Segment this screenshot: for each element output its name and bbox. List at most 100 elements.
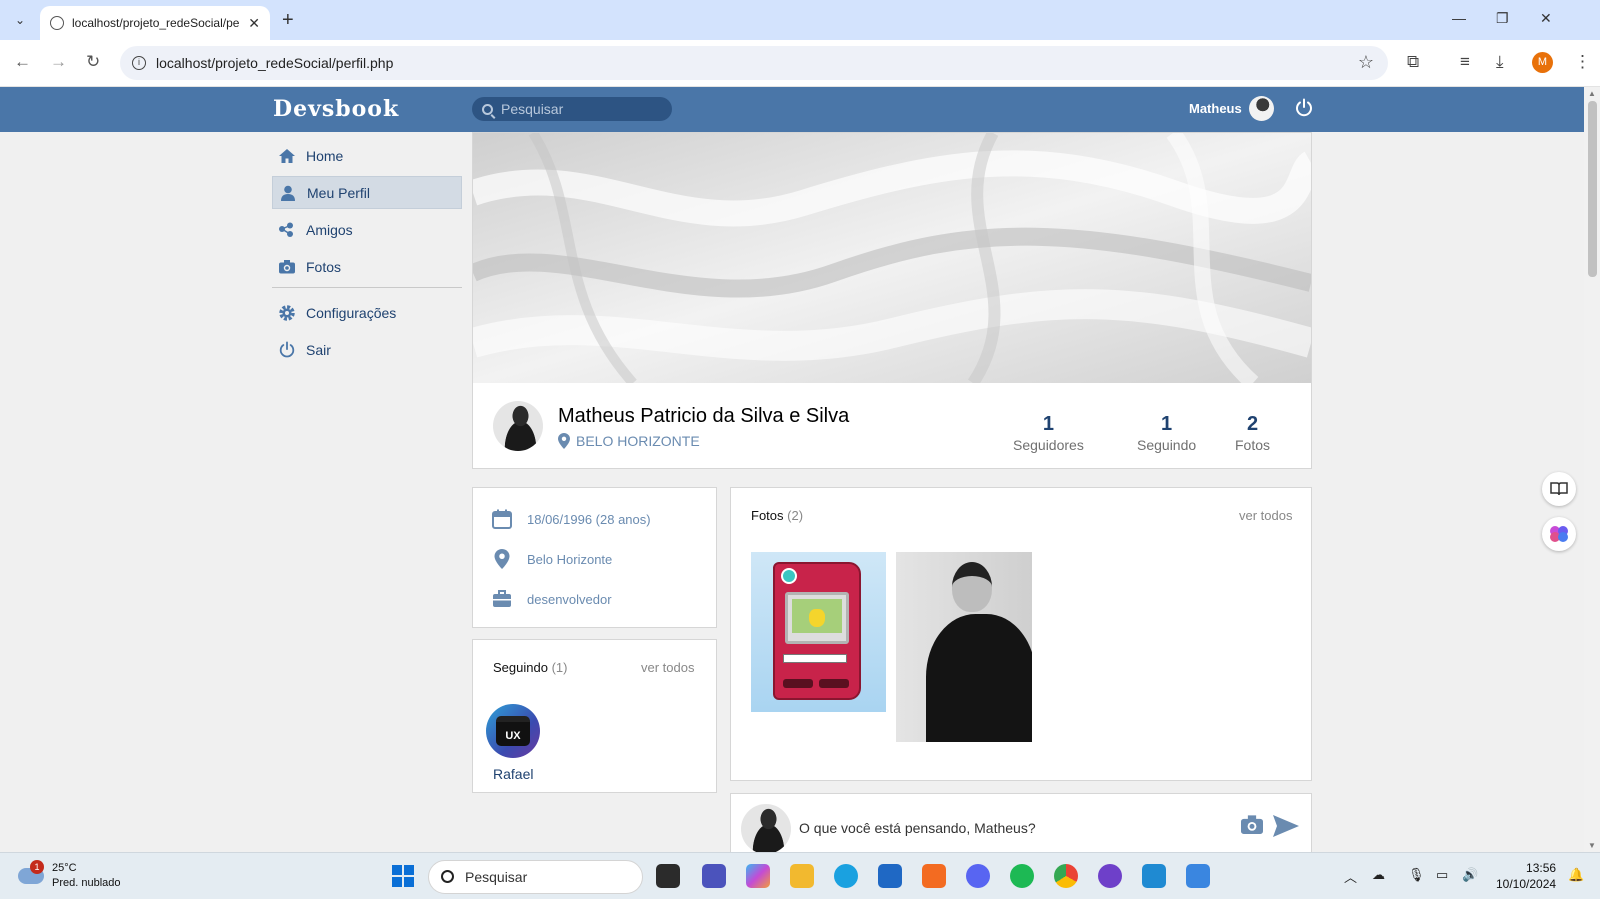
clock-time: 13:56: [1526, 861, 1557, 875]
microphone-icon[interactable]: 🎙: [1408, 867, 1425, 883]
stat-seguindo[interactable]: 1 Seguindo: [1137, 413, 1196, 453]
menu-item-sair[interactable]: Sair: [272, 333, 462, 366]
restore-button[interactable]: ❐: [1496, 10, 1509, 27]
browser-tab[interactable]: localhost/projeto_redeSocial/pe ✕: [40, 6, 270, 40]
vscode-icon[interactable]: [1142, 864, 1166, 888]
friend-avatar-text: UX: [496, 716, 530, 746]
new-tab-button[interactable]: +: [282, 9, 294, 32]
browser-menu-icon[interactable]: ⋮: [1574, 52, 1591, 72]
tray-expand-icon[interactable]: ︿: [1344, 867, 1357, 886]
search-icon: [441, 870, 454, 883]
url-field[interactable]: i localhost/projeto_redeSocial/perfil.ph…: [120, 46, 1388, 80]
calendar-icon: [491, 508, 513, 530]
taskbar-search[interactable]: Pesquisar: [428, 860, 643, 894]
menu-item-home[interactable]: Home: [272, 139, 462, 172]
volume-icon[interactable]: 🔊: [1462, 867, 1478, 883]
power-icon: [278, 340, 296, 359]
info-city: Belo Horizonte: [491, 548, 612, 570]
xampp-icon[interactable]: [922, 864, 946, 888]
scrollbar-thumb[interactable]: [1588, 101, 1597, 277]
scroll-up-arrow[interactable]: ▲: [1588, 89, 1596, 98]
task-view-icon[interactable]: [656, 864, 680, 888]
discord-icon[interactable]: [966, 864, 990, 888]
following-see-all-link[interactable]: ver todos: [641, 660, 694, 675]
menu-item-meu-perfil[interactable]: Meu Perfil: [272, 176, 462, 209]
following-card: Seguindo (1) ver todos UX Rafael: [472, 639, 717, 793]
system-clock[interactable]: 13:56 10/10/2024: [1496, 860, 1556, 892]
notifications-icon[interactable]: 🔔: [1568, 867, 1584, 883]
store-icon[interactable]: [878, 864, 902, 888]
menu-label-home: Home: [306, 147, 344, 164]
spotify-icon[interactable]: [1010, 864, 1034, 888]
camera-icon: [278, 258, 296, 276]
photos-see-all-link[interactable]: ver todos: [1239, 508, 1292, 523]
reload-button[interactable]: ↻: [86, 52, 100, 72]
stat-number: 2: [1246, 413, 1259, 435]
scroll-down-arrow[interactable]: ▼: [1588, 841, 1596, 850]
start-button[interactable]: [392, 865, 414, 887]
close-window-button[interactable]: ✕: [1540, 10, 1552, 27]
composer-avatar: [741, 804, 791, 852]
site-logo[interactable]: Devsbook: [273, 96, 399, 122]
browser-profile-avatar[interactable]: M: [1532, 52, 1553, 73]
menu-item-fotos[interactable]: Fotos: [272, 250, 462, 283]
taskbar-search-text: Pesquisar: [465, 869, 528, 885]
weather-temperature: 25°C: [52, 862, 77, 874]
photos-card: Fotos (2) ver todos: [730, 487, 1312, 781]
photo-thumbnail[interactable]: [751, 552, 886, 712]
site-info-icon[interactable]: i: [132, 56, 146, 70]
tab-search-button[interactable]: ⌄: [8, 8, 32, 32]
following-count: (1): [551, 660, 568, 675]
minimize-button[interactable]: —: [1452, 10, 1466, 26]
onedrive-icon[interactable]: ☁: [1372, 867, 1385, 883]
close-tab-icon[interactable]: ✕: [248, 15, 260, 32]
back-button[interactable]: ←: [14, 52, 31, 72]
page-scrollbar[interactable]: ▲ ▼: [1584, 87, 1600, 852]
teams-icon[interactable]: [702, 864, 726, 888]
profile-name: Matheus Patricio da Silva e Silva: [558, 405, 850, 427]
file-explorer-icon[interactable]: [790, 864, 814, 888]
network-icon[interactable]: ▭: [1436, 867, 1448, 883]
stat-label: Fotos: [1235, 437, 1271, 453]
work-text: desenvolvedor: [527, 591, 612, 607]
address-bar: ← → ↻ i localhost/projeto_redeSocial/per…: [0, 40, 1600, 87]
download-icon[interactable]: ⤓: [1496, 52, 1504, 72]
menu-item-configuracoes[interactable]: Configurações: [272, 296, 462, 329]
weather-widget[interactable]: 1 25°C Pred. nublado: [18, 860, 121, 891]
composer-input[interactable]: O que você está pensando, Matheus?: [799, 820, 1036, 836]
profile-city: BELO HORIZONTE: [558, 433, 700, 449]
github-desktop-icon[interactable]: [1098, 864, 1122, 888]
search-input[interactable]: [501, 101, 661, 117]
menu-label-configuracoes: Configurações: [306, 304, 397, 321]
send-icon[interactable]: [1272, 814, 1300, 838]
edge-icon[interactable]: [834, 864, 858, 888]
friend-avatar[interactable]: UX: [486, 704, 540, 758]
stat-fotos[interactable]: 2 Fotos: [1235, 413, 1270, 453]
copilot-icon[interactable]: [746, 864, 770, 888]
top-navbar: Devsbook Matheus: [0, 87, 1584, 132]
extensions-icon[interactable]: ⧉: [1407, 52, 1419, 72]
side-menu: Home Meu Perfil Amigos Fotos Configuraçõ…: [272, 139, 462, 370]
globe-icon: [50, 16, 64, 30]
notepad-icon[interactable]: [1186, 864, 1210, 888]
photo-thumbnail[interactable]: [896, 552, 1032, 742]
menu-item-amigos[interactable]: Amigos: [272, 213, 462, 246]
search-box[interactable]: [472, 97, 672, 121]
ai-assistant-icon[interactable]: [1542, 517, 1576, 551]
user-avatar[interactable]: [1249, 96, 1274, 121]
media-control-icon[interactable]: ≡: [1460, 52, 1470, 72]
search-icon: [482, 103, 493, 115]
stat-seguidores[interactable]: 1 Seguidores: [1013, 413, 1084, 453]
stat-label: Seguindo: [1137, 437, 1197, 453]
bookmark-star-icon[interactable]: ☆: [1358, 52, 1374, 73]
profile-avatar[interactable]: [493, 401, 543, 451]
forward-button[interactable]: →: [50, 52, 67, 72]
reading-mode-icon[interactable]: [1542, 472, 1576, 506]
chrome-icon[interactable]: [1054, 864, 1078, 888]
friend-name[interactable]: Rafael: [493, 766, 533, 782]
menu-label-meu-perfil: Meu Perfil: [307, 184, 371, 201]
power-icon[interactable]: [1294, 98, 1314, 118]
friends-icon: [278, 221, 296, 239]
user-name[interactable]: Matheus: [1189, 101, 1242, 116]
camera-icon[interactable]: [1239, 814, 1265, 836]
